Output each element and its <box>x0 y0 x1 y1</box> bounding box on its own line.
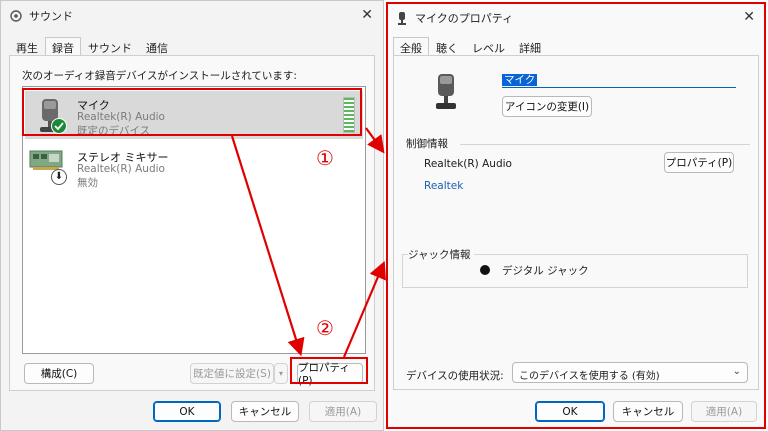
tab-communications[interactable]: 通信 <box>139 37 175 55</box>
ok-button[interactable]: OK <box>153 401 221 422</box>
speaker-icon <box>9 9 23 23</box>
tab-playback[interactable]: 再生 <box>9 37 45 55</box>
device-status: 無効 <box>77 177 98 189</box>
set-default-button[interactable]: 既定値に設定(S) <box>190 363 274 384</box>
step-2-marker: ② <box>316 316 334 340</box>
tab-sounds[interactable]: サウンド <box>81 37 139 55</box>
disabled-arrow-icon: ⬇ <box>51 169 67 185</box>
configure-button[interactable]: 構成(C) <box>24 363 94 384</box>
highlight-mic-properties-dialog <box>386 2 766 429</box>
apply-button[interactable]: 適用(A) <box>309 401 377 422</box>
device-driver: Realtek(R) Audio <box>77 163 165 175</box>
highlight-properties-button <box>290 357 368 384</box>
chevron-down-icon: ▾ <box>278 369 283 378</box>
instruction-text: 次のオーディオ録音デバイスがインストールされています: <box>22 70 297 82</box>
step-1-marker: ① <box>316 146 334 170</box>
close-icon[interactable]: ✕ <box>361 8 373 22</box>
sound-dialog-titlebar: サウンド <box>1 1 383 31</box>
list-item-stereo-mix[interactable]: ⬇ ステレオ ミキサー Realtek(R) Audio 無効 <box>25 143 363 191</box>
sound-dialog-title: サウンド <box>29 10 73 23</box>
set-default-dropdown[interactable]: ▾ <box>274 363 288 384</box>
tab-recording[interactable]: 録音 <box>45 37 81 55</box>
sound-tabs: 再生 録音 サウンド 通信 <box>9 37 175 55</box>
cancel-button[interactable]: キャンセル <box>231 401 299 422</box>
highlight-microphone-device <box>22 88 362 136</box>
